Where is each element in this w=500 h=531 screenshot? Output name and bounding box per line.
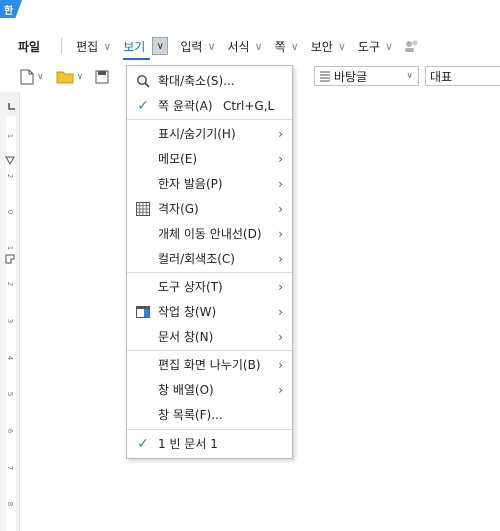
menu-divider bbox=[127, 272, 292, 273]
chevron-right-icon: › bbox=[278, 357, 283, 372]
menu-item-window-list[interactable]: 창 목록(F)... bbox=[127, 402, 292, 427]
ruler-label: 1 bbox=[6, 133, 15, 139]
chevron-right-icon: › bbox=[278, 304, 283, 319]
menu-item-toolbox[interactable]: 도구 상자(T) › bbox=[127, 274, 292, 299]
menu-item-page-outline[interactable]: ✓ 쪽 윤곽(A) Ctrl+G,L bbox=[127, 93, 292, 118]
chevron-right-icon: › bbox=[278, 201, 283, 216]
magnifier-icon bbox=[135, 73, 151, 89]
share-icon[interactable] bbox=[403, 39, 421, 53]
tab-stop-icon bbox=[8, 103, 15, 110]
ruler-label: 2 bbox=[6, 281, 15, 287]
menu-divider bbox=[127, 350, 292, 351]
menu-edit[interactable]: 편집 ∨ bbox=[70, 32, 117, 60]
check-icon: ✓ bbox=[137, 97, 149, 114]
paragraph-style-select[interactable]: 바탕글 ∨ bbox=[314, 66, 419, 86]
chevron-down-icon: ∨ bbox=[254, 39, 263, 53]
paragraph-style-icon bbox=[320, 71, 330, 82]
ruler-label: 6 bbox=[6, 428, 15, 434]
chevron-right-icon: › bbox=[278, 176, 283, 191]
indent-marker-icon bbox=[5, 156, 15, 166]
chevron-down-icon: ∨ bbox=[37, 72, 44, 82]
chevron-down-icon: ∨ bbox=[76, 72, 84, 82]
font-select[interactable]: 대표 bbox=[425, 66, 500, 86]
menu-tools[interactable]: 도구 ∨ bbox=[352, 32, 399, 60]
open-button[interactable]: ∨ bbox=[54, 66, 86, 88]
chevron-down-icon[interactable]: ∨ bbox=[152, 37, 169, 55]
menu-item-zoom[interactable]: 확대/축소(S)... bbox=[127, 68, 292, 93]
menu-bar: 파일 편집 ∨ 보기 ∨ 입력 ∨ 서식 ∨ 쪽 ∨ 보안 ∨ 도구 ∨ bbox=[0, 32, 500, 60]
indent-marker-icon bbox=[5, 254, 15, 264]
menu-divider bbox=[61, 38, 63, 54]
ruler-label: 1 bbox=[6, 245, 15, 251]
check-icon: ✓ bbox=[137, 435, 149, 452]
menu-divider bbox=[127, 119, 292, 120]
app-logo: 한 bbox=[0, 0, 22, 18]
chevron-down-icon: ∨ bbox=[290, 39, 299, 53]
menu-item-arrange-windows[interactable]: 창 배열(O) › bbox=[127, 377, 292, 402]
ruler-label: 7 bbox=[6, 465, 15, 471]
chevron-down-icon: ∨ bbox=[337, 39, 346, 53]
folder-icon bbox=[56, 71, 74, 84]
menu-format[interactable]: 서식 ∨ bbox=[222, 32, 269, 60]
menu-view[interactable]: 보기 ∨ bbox=[117, 32, 174, 60]
menu-item-task-pane[interactable]: 작업 창(W) › bbox=[127, 299, 292, 324]
ruler-label: 0 bbox=[6, 209, 15, 215]
menu-security[interactable]: 보안 ∨ bbox=[305, 32, 352, 60]
menu-page[interactable]: 쪽 ∨ bbox=[269, 32, 305, 60]
ruler-label: 5 bbox=[6, 391, 15, 397]
grid-icon bbox=[135, 201, 151, 217]
chevron-down-icon: ∨ bbox=[385, 39, 394, 53]
chevron-right-icon: › bbox=[278, 151, 283, 166]
ruler-label: 8 bbox=[6, 501, 15, 507]
ruler-label: 2 bbox=[6, 173, 15, 179]
chevron-right-icon: › bbox=[278, 382, 283, 397]
chevron-down-icon: ∨ bbox=[207, 39, 216, 53]
ruler-label: 4 bbox=[6, 355, 15, 361]
menu-item-document-window[interactable]: 문서 창(N) › bbox=[127, 324, 292, 349]
chevron-right-icon: › bbox=[278, 279, 283, 294]
view-menu: 확대/축소(S)... ✓ 쪽 윤곽(A) Ctrl+G,L 표시/숨기기(H)… bbox=[126, 65, 293, 459]
menu-file[interactable]: 파일 bbox=[0, 32, 61, 60]
menu-insert[interactable]: 입력 ∨ bbox=[174, 32, 221, 60]
save-button[interactable] bbox=[93, 66, 111, 88]
save-icon bbox=[95, 70, 109, 84]
menu-item-object-guides[interactable]: 개체 이동 안내선(D) › bbox=[127, 221, 292, 246]
chevron-right-icon: › bbox=[278, 226, 283, 241]
chevron-down-icon: ∨ bbox=[406, 71, 413, 81]
menu-divider bbox=[127, 429, 292, 430]
chevron-down-icon: ∨ bbox=[103, 39, 112, 53]
vertical-ruler[interactable]: 1 2 0 1 2 3 4 5 6 7 8 bbox=[0, 92, 20, 531]
new-document-icon bbox=[20, 69, 34, 85]
chevron-right-icon: › bbox=[278, 126, 283, 141]
chevron-right-icon: › bbox=[278, 251, 283, 266]
task-pane-icon bbox=[135, 304, 151, 320]
chevron-right-icon: › bbox=[278, 329, 283, 344]
menu-item-color-grayscale[interactable]: 컬러/회색조(C) › bbox=[127, 246, 292, 271]
new-document-button[interactable]: ∨ bbox=[18, 66, 46, 88]
menu-item-grid[interactable]: 격자(G) › bbox=[127, 196, 292, 221]
menu-item-show-hide[interactable]: 표시/숨기기(H) › bbox=[127, 121, 292, 146]
menu-item-open-document[interactable]: ✓ 1 빈 문서 1 bbox=[127, 431, 292, 456]
menu-item-memo[interactable]: 메모(E) › bbox=[127, 146, 292, 171]
ruler-label: 3 bbox=[6, 318, 15, 324]
menu-item-hanja-pronunciation[interactable]: 한자 발음(P) › bbox=[127, 171, 292, 196]
menu-item-split-view[interactable]: 편집 화면 나누기(B) › bbox=[127, 352, 292, 377]
